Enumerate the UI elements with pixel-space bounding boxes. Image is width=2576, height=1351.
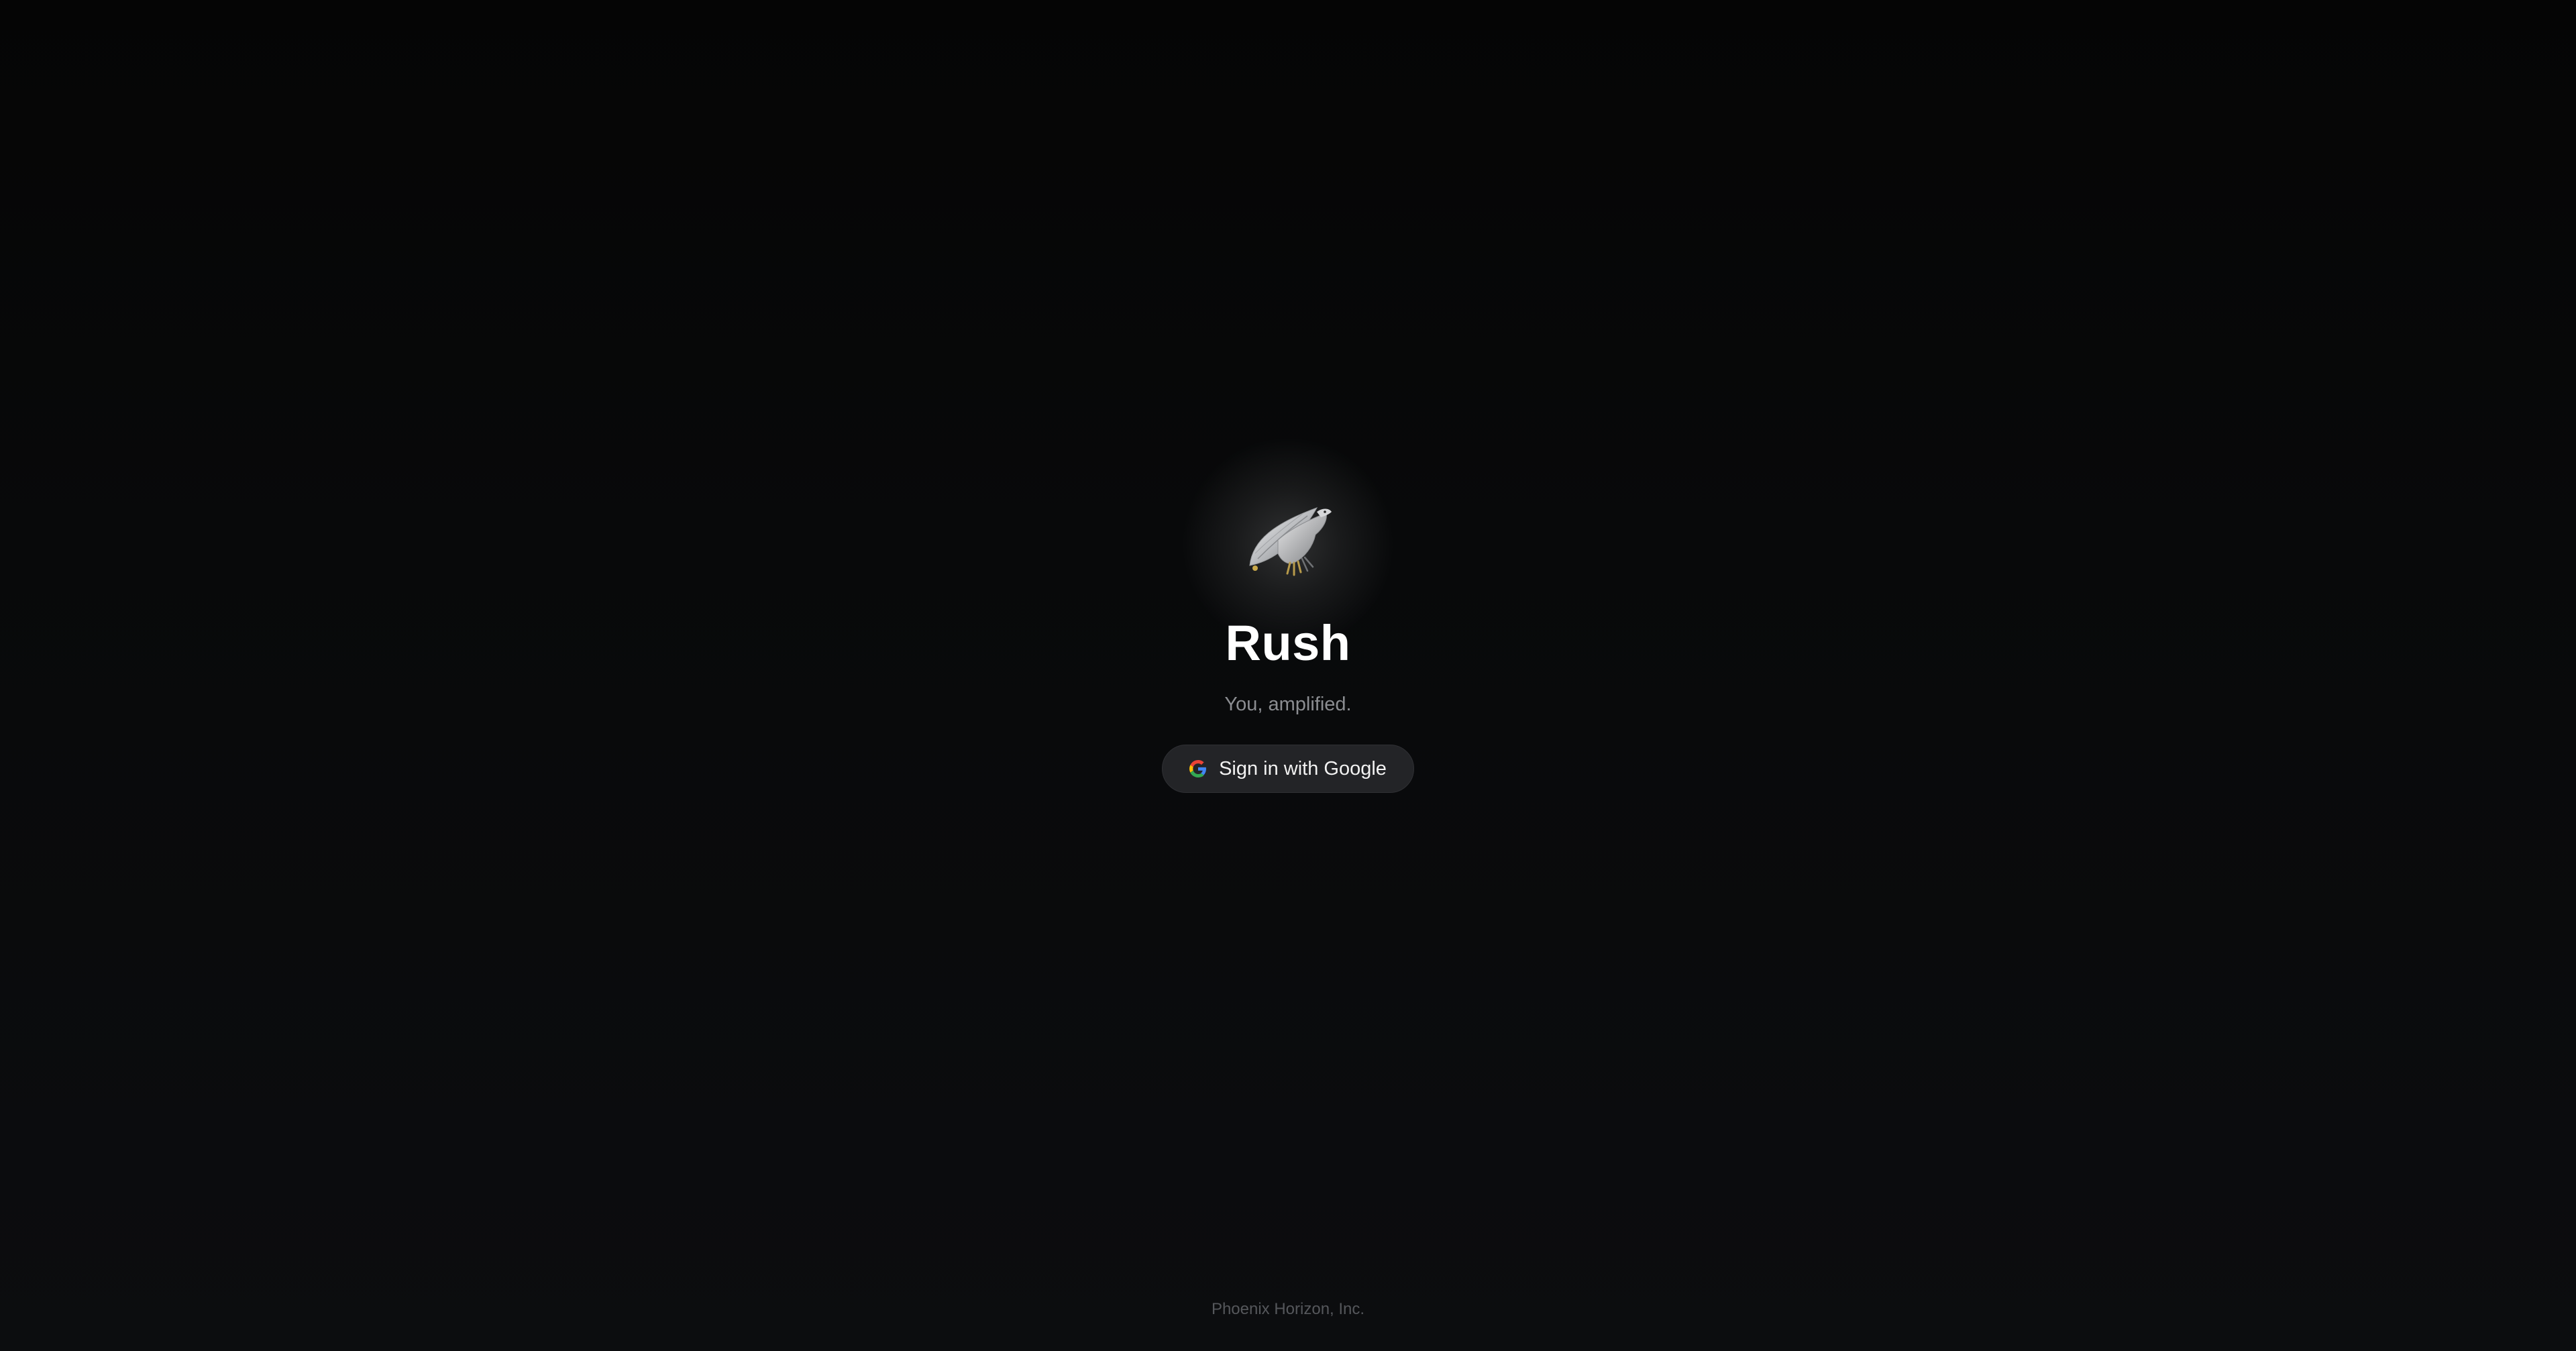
app-logo	[1181, 436, 1395, 651]
sign-in-with-google-button[interactable]: Sign in with Google	[1162, 745, 1414, 794]
google-icon	[1189, 760, 1207, 778]
app-tagline: You, amplified.	[1224, 694, 1352, 716]
falcon-icon	[1249, 507, 1332, 576]
sign-in-label: Sign in with Google	[1219, 757, 1387, 779]
login-panel: Rush You, amplified. Sign in with Google	[0, 436, 2576, 794]
footer-company: Phoenix Horizon, Inc.	[1211, 1300, 1365, 1318]
